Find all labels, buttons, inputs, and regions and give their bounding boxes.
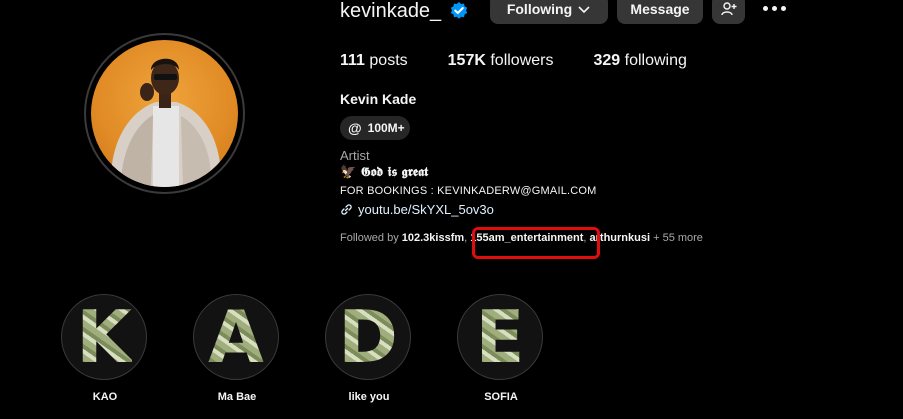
highlight-annotation-box bbox=[472, 227, 600, 259]
profile-avatar-ring[interactable] bbox=[84, 33, 245, 194]
threads-badge[interactable]: @ 100M+ bbox=[340, 116, 410, 140]
highlight-label: SOFIA bbox=[484, 391, 518, 403]
profile-stats: 111 posts 157K followers 329 following bbox=[340, 52, 727, 70]
following-button[interactable]: Following bbox=[490, 0, 608, 24]
following-link[interactable]: 329 following bbox=[593, 52, 686, 70]
more-options-icon[interactable] bbox=[763, 0, 787, 16]
highlight-cover[interactable]: K bbox=[61, 294, 147, 380]
suggested-users-button[interactable] bbox=[712, 0, 745, 24]
story-highlight[interactable]: D like you bbox=[325, 294, 413, 403]
highlight-cover[interactable]: E bbox=[457, 294, 543, 380]
verified-badge-icon bbox=[450, 2, 468, 19]
username-row: kevinkade_ bbox=[340, 0, 469, 26]
avatar-image bbox=[110, 58, 222, 187]
followed-by-user[interactable]: 102.3kissfm bbox=[402, 232, 464, 244]
highlight-label: like you bbox=[348, 391, 390, 403]
profile-link-text: youtu.be/SkYXL_5ov3o bbox=[358, 202, 494, 217]
full-name: Kevin Kade bbox=[340, 91, 417, 107]
chevron-down-icon bbox=[578, 6, 590, 14]
category-label: Artist bbox=[340, 148, 370, 163]
highlight-cover[interactable]: A bbox=[193, 294, 279, 380]
story-highlight[interactable]: E SOFIA bbox=[457, 294, 545, 403]
bio-line-1: 🦅 𝕲𝖔𝖉 𝖎𝖘 𝖌𝖗𝖊𝖆𝖙 bbox=[340, 165, 429, 180]
profile-link[interactable]: youtu.be/SkYXL_5ov3o bbox=[340, 202, 494, 217]
link-icon bbox=[341, 204, 352, 215]
posts-count: 111 posts bbox=[340, 52, 408, 69]
message-button[interactable]: Message bbox=[617, 0, 703, 24]
add-person-icon bbox=[720, 2, 736, 16]
story-highlight[interactable]: K KAO bbox=[61, 294, 149, 403]
threads-icon: @ bbox=[348, 120, 362, 136]
following-button-label: Following bbox=[506, 1, 573, 17]
followers-link[interactable]: 157K followers bbox=[448, 52, 554, 70]
highlight-cover[interactable]: D bbox=[325, 294, 411, 380]
bio-line-2: FOR BOOKINGS : KEVINKADERW@GMAIL.COM bbox=[340, 185, 597, 197]
highlight-label: KAO bbox=[92, 391, 118, 403]
username: kevinkade_ bbox=[340, 0, 442, 22]
highlight-label: Ma Bae bbox=[217, 391, 257, 403]
threads-count: 100M+ bbox=[367, 121, 405, 135]
story-highlight[interactable]: A Ma Bae bbox=[193, 294, 281, 403]
message-button-label: Message bbox=[630, 1, 690, 17]
avatar[interactable] bbox=[91, 40, 238, 187]
